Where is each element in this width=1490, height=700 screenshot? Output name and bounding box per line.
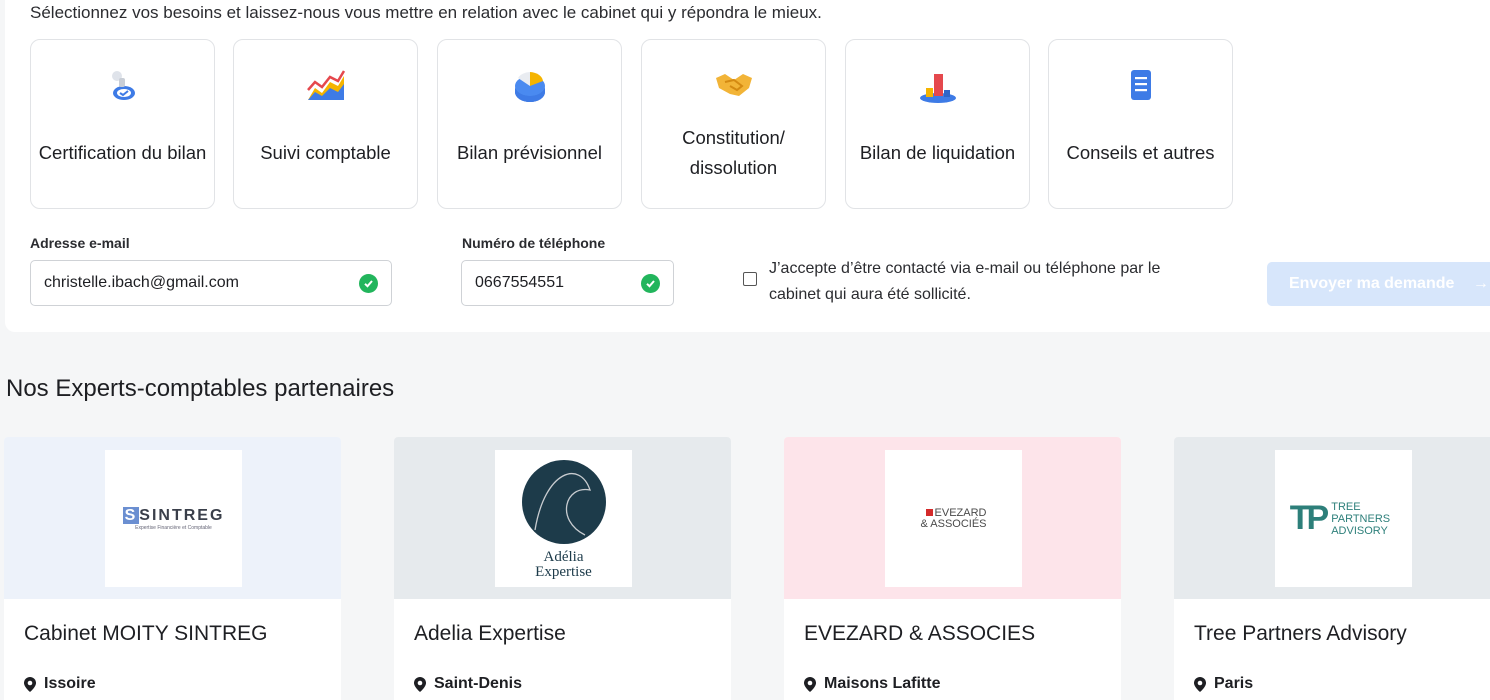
partner-city: Paris [1194, 675, 1253, 693]
valid-check-icon [641, 274, 660, 293]
need-label: Suivi comptable [260, 142, 391, 163]
valid-check-icon [359, 274, 378, 293]
partner-name: Adelia Expertise [414, 622, 566, 645]
logo-subtext: & ASSOCIÉS [920, 517, 987, 530]
logo-initial: S [122, 506, 140, 524]
need-label: Certification du bilan [38, 142, 207, 163]
map-pin-icon [414, 676, 426, 692]
pie-chart-icon [438, 66, 621, 106]
phone-label: Numéro de téléphone [462, 235, 606, 251]
consent-checkbox[interactable] [743, 272, 757, 286]
partner-city-label: Issoire [44, 675, 96, 692]
partner-city: Issoire [24, 675, 96, 693]
need-card-certification[interactable]: Certification du bilan [30, 39, 215, 209]
partner-city: Maisons Lafitte [804, 675, 940, 693]
map-pin-icon [804, 676, 816, 692]
logo-text: Adélia [543, 549, 584, 565]
partner-logo: TP TREE PARTNERS ADVISORY [1275, 450, 1412, 587]
need-card-constitution[interactable]: Constitution/ dissolution [641, 39, 826, 209]
chart-icon [234, 66, 417, 106]
document-icon [1049, 66, 1232, 106]
logo-text: TREE PARTNERS ADVISORY [1331, 500, 1391, 537]
email-label: Adresse e-mail [30, 235, 130, 251]
need-label: Bilan de liquidation [859, 142, 1016, 163]
need-card-suivi-comptable[interactable]: Suivi comptable [233, 39, 418, 209]
submit-label: Envoyer ma demande [1289, 275, 1455, 292]
partner-card[interactable]: Adélia Expertise Adelia Expertise Saint-… [394, 437, 731, 700]
partner-logo: Adélia Expertise [495, 450, 632, 587]
logo-subtext: Expertise [535, 564, 592, 580]
partner-card[interactable]: TP TREE PARTNERS ADVISORY Tree Partners … [1174, 437, 1490, 700]
need-label: Conseils et autres [1066, 142, 1215, 163]
logo-text: EVEZARD [934, 506, 987, 519]
email-value: christelle.ibach@gmail.com [44, 274, 239, 291]
arrow-right-icon: → [1472, 275, 1489, 292]
map-pin-icon [1194, 676, 1206, 692]
partner-card[interactable]: S SINTREG Expertise Financière et Comptab… [4, 437, 341, 700]
partner-city-label: Maisons Lafitte [824, 675, 941, 692]
email-field[interactable]: christelle.ibach@gmail.com [30, 260, 392, 306]
stack-bars-icon [846, 66, 1029, 106]
intro-text: Sélectionnez vos besoins et laissez-nous… [30, 3, 822, 22]
partner-city-label: Saint-Denis [434, 675, 523, 692]
partner-name: Tree Partners Advisory [1194, 622, 1407, 645]
logo-text: SINTREG [139, 506, 225, 524]
logo-subtext: Expertise Financière et Comptable [135, 524, 212, 531]
partners-title: Nos Experts-comptables partenaires [6, 375, 395, 402]
phone-field[interactable]: 0667554551 [461, 260, 674, 306]
partner-city-label: Paris [1214, 675, 1254, 692]
partner-name: EVEZARD & ASSOCIES [804, 622, 1036, 645]
certificate-badge-icon [31, 66, 214, 106]
phone-value: 0667554551 [475, 274, 564, 291]
consent-text: J’accepte d’être contacté via e-mail ou … [769, 260, 1161, 303]
need-card-bilan-previsionnel[interactable]: Bilan prévisionnel [437, 39, 622, 209]
partner-name: Cabinet MOITY SINTREG [24, 622, 268, 645]
need-card-bilan-liquidation[interactable]: Bilan de liquidation [845, 39, 1030, 209]
logo-monogram: TP [1289, 499, 1330, 537]
logo-square-icon [925, 508, 933, 516]
need-label: Bilan prévisionnel [456, 142, 602, 163]
submit-request-button[interactable]: Envoyer ma demande → [1267, 262, 1490, 306]
partner-logo: EVEZARD & ASSOCIÉS [885, 450, 1022, 587]
partner-card[interactable]: EVEZARD & ASSOCIÉS EVEZARD & ASSOCIES Ma… [784, 437, 1121, 700]
partner-logo: S SINTREG Expertise Financière et Comptab… [105, 450, 242, 587]
need-label: Constitution/ dissolution [682, 127, 785, 178]
partner-city: Saint-Denis [414, 675, 522, 693]
handshake-icon [642, 66, 825, 106]
need-card-conseils[interactable]: Conseils et autres [1048, 39, 1233, 209]
map-pin-icon [24, 676, 36, 692]
